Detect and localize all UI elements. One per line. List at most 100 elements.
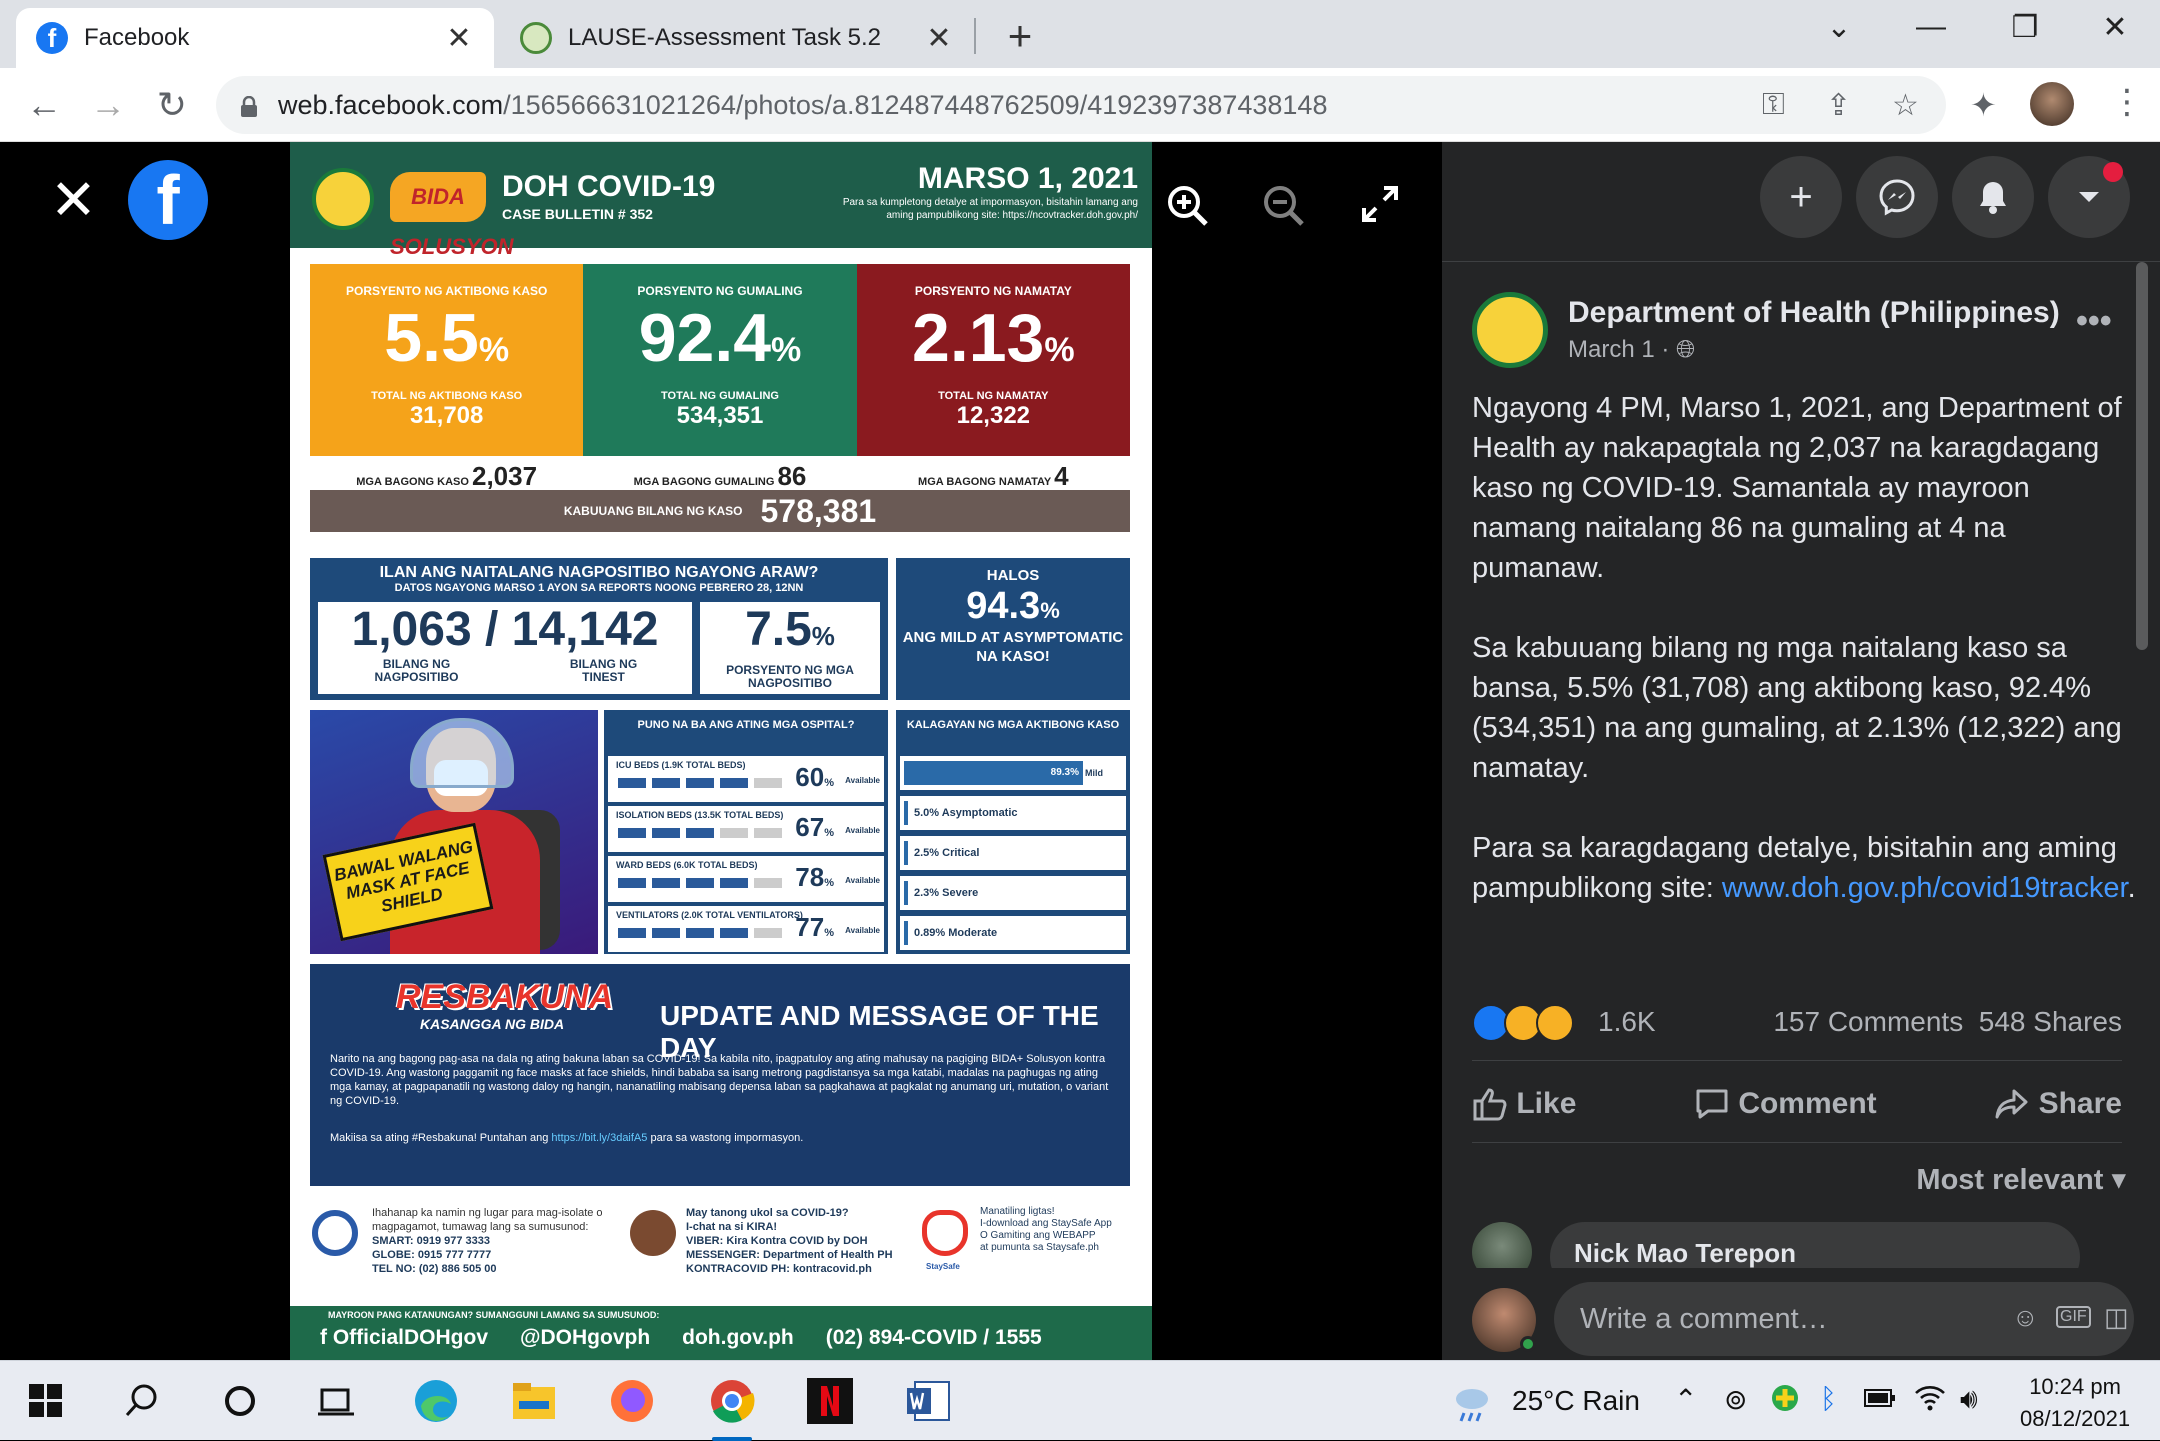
- update-body: Narito na ang bagong pag-asa na dala ng …: [330, 1053, 1109, 1107]
- close-window-button[interactable]: ✕: [2090, 10, 2140, 45]
- case-status-row: 5.0% Asymptomatic: [900, 796, 1126, 830]
- page-name[interactable]: Department of Health (Philippines): [1568, 296, 2060, 330]
- twitter-handle: @DOHgovph: [520, 1326, 651, 1349]
- zoom-out-icon[interactable]: [1262, 184, 1306, 238]
- scrollbar-thumb[interactable]: [2136, 262, 2148, 650]
- meet-now-icon[interactable]: ⊚: [1724, 1383, 1747, 1416]
- messenger-icon[interactable]: [1856, 156, 1938, 238]
- wifi-icon[interactable]: [1914, 1383, 1946, 1418]
- extensions-puzzle-icon[interactable]: ✦: [1970, 86, 1997, 124]
- tab-facebook[interactable]: f Facebook ✕: [16, 8, 494, 68]
- new-cases: MGA BAGONG KASO 2,037: [356, 461, 538, 491]
- url-bar[interactable]: web.facebook.com/156566631021264/photos/…: [216, 76, 1946, 134]
- emoji-icon[interactable]: ☺: [2012, 1302, 2039, 1333]
- bulletin-title: DOH COVID-19: [502, 170, 716, 203]
- security-shield-icon[interactable]: [1770, 1383, 1800, 1420]
- cortana-icon[interactable]: [214, 1375, 266, 1427]
- hospital-capacity-row: VENTILATORS (2.0K TOTAL VENTILATORS) 77% A…: [608, 906, 884, 952]
- weather-text[interactable]: 25°C Rain: [1512, 1385, 1640, 1417]
- tab-lause-assessment[interactable]: LAUSE-Assessment Task 5.2 ✕: [500, 8, 974, 68]
- globe-icon: 🌐︎: [1676, 336, 1696, 363]
- notification-badge: [2103, 162, 2123, 182]
- positivity-rate-panel: 7.5% PORSYENTO NG MGA NAGPOSITIBO: [700, 602, 880, 694]
- search-icon[interactable]: [116, 1375, 168, 1427]
- thumbs-up-icon: [1473, 1088, 1507, 1121]
- edge-browser-icon[interactable]: [410, 1375, 462, 1427]
- comment-icon: [1696, 1089, 1728, 1119]
- case-status-row: 2.3% Severe: [900, 876, 1126, 910]
- post-more-icon[interactable]: •••: [2076, 302, 2112, 341]
- minimize-button[interactable]: —: [1906, 10, 1956, 44]
- facebook-logo-icon[interactable]: f: [128, 160, 208, 240]
- weather-rain-icon[interactable]: [1450, 1383, 1494, 1430]
- windows-start-icon[interactable]: [20, 1375, 72, 1427]
- capacity-bars: [618, 778, 782, 788]
- zoom-in-icon[interactable]: [1166, 184, 1210, 238]
- case-status-label: 2.3% Severe: [914, 887, 979, 899]
- browser-menu-icon[interactable]: ⋮: [2110, 82, 2144, 122]
- bed-bar-empty: [720, 828, 748, 838]
- notifications-bell-icon[interactable]: [1952, 156, 2034, 238]
- share-arrow-icon: [1995, 1089, 2028, 1119]
- chrome-icon[interactable]: [706, 1375, 758, 1427]
- close-tab-icon[interactable]: ✕: [444, 21, 474, 56]
- commenter-avatar[interactable]: [1472, 1222, 1532, 1268]
- forward-button[interactable]: →: [86, 84, 130, 126]
- tab-search-chevron-icon[interactable]: ⌄: [1814, 10, 1864, 45]
- case-status-row: 89.3% Mild: [900, 756, 1126, 790]
- case-status-label: 2.5% Critical: [914, 847, 980, 859]
- file-explorer-icon[interactable]: [508, 1375, 560, 1427]
- comment-button[interactable]: Comment: [1694, 1087, 1877, 1121]
- positive-tested-panel: 1,063 / 14,142 BILANG NG NAGPOSITIBO BIL…: [318, 602, 692, 694]
- key-icon[interactable]: ⚿: [1762, 88, 1785, 122]
- close-viewer-icon[interactable]: ✕: [50, 172, 97, 228]
- new-tab-button[interactable]: +: [1000, 12, 1040, 60]
- available-label: Available: [845, 926, 880, 935]
- reactions-row: 1.6K 157 Comments 548 Shares: [1472, 998, 2122, 1048]
- comment-sort-dropdown[interactable]: Most relevant ▾: [1916, 1162, 2126, 1197]
- tray-overflow-chevron-icon[interactable]: ⌃: [1674, 1383, 1697, 1416]
- page-avatar[interactable]: [1472, 292, 1548, 368]
- tracker-link[interactable]: www.doh.gov.ph/covid19tracker: [1722, 872, 2128, 904]
- close-tab-icon[interactable]: ✕: [924, 21, 954, 56]
- profile-avatar[interactable]: [2030, 82, 2074, 126]
- bulletin-footer: MAYROON PANG KATANUNGAN? SUMANGGUNI LAMA…: [290, 1306, 1152, 1360]
- comments-shares[interactable]: 157 Comments 548 Shares: [1773, 1006, 2122, 1038]
- hospital-resource-label: ISOLATION BEDS (13.5K TOTAL BEDS): [616, 810, 784, 820]
- reaction-count[interactable]: 1.6K: [1598, 1006, 1656, 1038]
- share-button[interactable]: Share: [1994, 1087, 2122, 1121]
- hotline: (02) 894-COVID / 1555: [825, 1326, 1042, 1349]
- share-page-icon[interactable]: ⇪: [1826, 88, 1851, 123]
- bookmark-star-icon[interactable]: ☆: [1892, 88, 1919, 123]
- case-status-side-label: Mild: [1085, 768, 1103, 778]
- tab-title: LAUSE-Assessment Task 5.2: [568, 24, 882, 51]
- bulletin-header: BIDA SOLUSYON DOH COVID-19 CASE BULLETIN…: [290, 142, 1152, 259]
- like-button[interactable]: Like: [1472, 1087, 1576, 1121]
- reload-button[interactable]: ↻: [150, 84, 194, 126]
- browser-tab-strip: f Facebook ✕ LAUSE-Assessment Task 5.2 ✕…: [0, 0, 2160, 68]
- photo-viewer: ✕ f BIDA SOLUSYON DOH COVID-19 CASE BULL…: [0, 142, 1442, 1360]
- available-label: Available: [845, 876, 880, 885]
- create-plus-icon[interactable]: +: [1760, 156, 1842, 238]
- netflix-icon[interactable]: [804, 1375, 856, 1427]
- volume-icon[interactable]: 🔊︎: [1960, 1383, 1978, 1416]
- reaction-icons[interactable]: [1472, 1004, 1574, 1042]
- stats-row: PORSYENTO NG AKTIBONG KASO 5.5% TOTAL NG…: [310, 264, 1130, 456]
- commenter-name[interactable]: Nick Mao Terepon: [1550, 1222, 2080, 1268]
- bed-bar-filled: [652, 828, 680, 838]
- battery-icon[interactable]: [1864, 1383, 1896, 1415]
- task-view-icon[interactable]: [310, 1375, 362, 1427]
- fullscreen-icon[interactable]: [1360, 184, 1400, 234]
- post-date[interactable]: March 1 · 🌐︎: [1568, 336, 1695, 364]
- firefox-icon[interactable]: [606, 1375, 658, 1427]
- word-icon[interactable]: [902, 1375, 954, 1427]
- sticker-icon[interactable]: ◫: [2104, 1302, 2129, 1333]
- bluetooth-icon[interactable]: ᛒ: [1820, 1383, 1837, 1415]
- mask-reminder-photo: BAWAL WALANG MASK AT FACE SHIELD: [310, 710, 598, 954]
- gif-icon[interactable]: GIF: [2056, 1306, 2091, 1328]
- taskbar-clock[interactable]: 10:24 pm 08/12/2021: [2020, 1371, 2130, 1435]
- restore-button[interactable]: ❐: [2000, 10, 2050, 45]
- back-button[interactable]: ←: [22, 84, 66, 126]
- available-label: Available: [845, 826, 880, 835]
- write-comment-input[interactable]: Write a comment…: [1554, 1282, 2134, 1356]
